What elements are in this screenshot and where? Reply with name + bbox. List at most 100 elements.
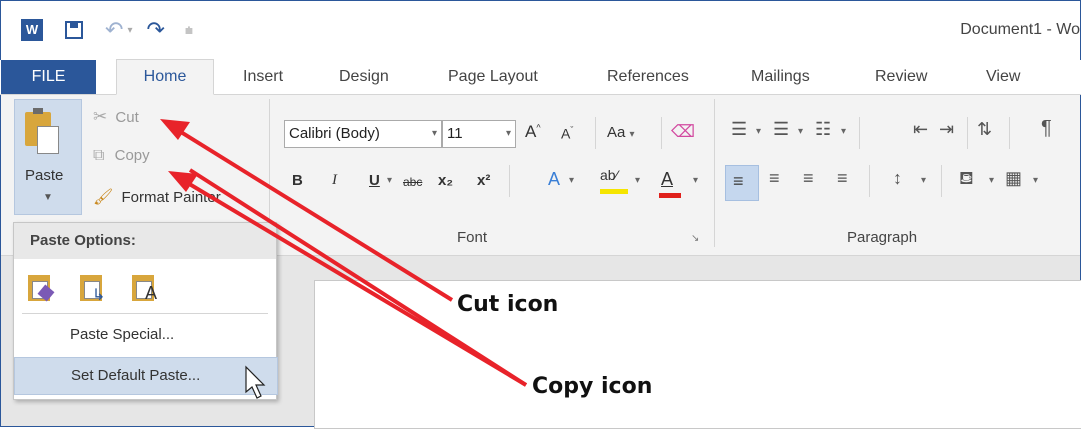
format-painter-label: Format Painter [121, 189, 221, 206]
chevron-down-icon[interactable]: ▾ [841, 126, 846, 137]
tab-references[interactable]: References [607, 60, 689, 94]
tab-file[interactable]: FILE [1, 60, 96, 94]
text-effects-icon[interactable]: A [548, 169, 560, 190]
tab-view[interactable]: View [986, 60, 1020, 94]
clear-formatting-icon[interactable]: ⌫ [671, 122, 695, 142]
cut-button[interactable]: ✂ Cut [93, 107, 139, 127]
separator [967, 117, 968, 149]
paste-options-menu: Paste Options: ↳ A Paste Special... Set … [13, 222, 278, 400]
multilevel-list-icon[interactable]: ☷ [815, 119, 831, 140]
strikethrough-button[interactable]: abc [403, 175, 422, 189]
change-case-label: Aa [607, 124, 626, 141]
font-name-value: Calibri (Body) [289, 125, 380, 142]
tab-design[interactable]: Design [339, 60, 389, 94]
show-formatting-icon[interactable]: ¶ [1041, 117, 1052, 140]
tab-mailings[interactable]: Mailings [751, 60, 810, 94]
merge-formatting-icon[interactable]: ↳ [78, 271, 108, 304]
undo-dropdown-icon[interactable]: ▾ [127, 25, 132, 36]
clipboard-icon [25, 108, 59, 154]
chevron-down-icon[interactable]: ▾ [798, 126, 803, 137]
keep-text-only-icon[interactable]: A [130, 271, 160, 303]
chevron-down-icon[interactable]: ▾ [693, 175, 698, 186]
format-painter-button[interactable]: 🖌 Format Painter [93, 187, 221, 207]
chevron-down-icon[interactable]: ▾ [1033, 175, 1038, 186]
cut-annotation-label: Cut icon [457, 292, 559, 317]
chevron-down-icon[interactable]: ▾ [756, 126, 761, 137]
cut-label: Cut [115, 109, 139, 126]
numbering-icon[interactable]: ☰ [773, 119, 789, 140]
borders-icon[interactable]: ▦ [1005, 168, 1022, 189]
separator [509, 165, 510, 197]
tab-home[interactable]: Home [116, 59, 214, 95]
align-left-icon: ≡ [733, 171, 744, 191]
tab-page-layout[interactable]: Page Layout [448, 60, 538, 94]
undo-icon[interactable]: ↶ [105, 17, 123, 43]
separator [22, 313, 268, 314]
set-default-paste-item[interactable]: Set Default Paste... [14, 357, 278, 395]
chevron-down-icon[interactable]: ▾ [387, 175, 392, 186]
keep-source-formatting-icon[interactable] [26, 271, 56, 303]
subscript-button[interactable]: x₂ [438, 172, 453, 189]
chevron-down-icon[interactable]: ▾ [569, 175, 574, 186]
shrink-font-button[interactable]: Aˇ [561, 125, 573, 142]
bullets-icon[interactable]: ☰ [731, 119, 747, 140]
change-case-button[interactable]: Aa ▾ [607, 124, 635, 141]
shading-icon[interactable]: ⛾ [959, 168, 974, 192]
separator [869, 165, 870, 197]
tab-review[interactable]: Review [875, 60, 927, 94]
line-spacing-icon[interactable]: ↕ [893, 168, 902, 189]
separator [661, 117, 662, 149]
separator [714, 99, 715, 247]
decrease-indent-icon[interactable]: ⇤ [913, 119, 928, 140]
chevron-down-icon: ▾ [629, 129, 635, 140]
dialog-launcher-icon[interactable]: ↘ [691, 233, 699, 244]
font-size-value: 11 [447, 125, 463, 142]
customize-icon[interactable]: ⩧ [185, 22, 193, 39]
separator [1009, 117, 1010, 149]
paste-button[interactable]: Paste ▼ [14, 99, 82, 215]
increase-indent-icon[interactable]: ⇥ [939, 119, 954, 140]
paste-label: Paste [25, 167, 64, 184]
copy-button[interactable]: ⧉ Copy [93, 147, 150, 165]
ribbon-tabs: FILE Home Insert Design Page Layout Refe… [0, 59, 1081, 95]
paste-options-header: Paste Options: [14, 223, 276, 259]
quick-access-toolbar: W ↶ ▾ ↷ ⩧ [21, 17, 193, 43]
paste-special-item[interactable]: Paste Special... [14, 317, 276, 353]
font-size-dropdown[interactable]: 11 ▾ [442, 120, 516, 148]
window-title: Document1 - Wo [960, 21, 1080, 38]
font-name-dropdown[interactable]: Calibri (Body) ▾ [284, 120, 442, 148]
superscript-button[interactable]: x² [477, 172, 490, 189]
scissors-icon: ✂ [93, 107, 108, 126]
copy-annotation-label: Copy icon [532, 374, 653, 399]
separator [859, 117, 860, 149]
chevron-down-icon[interactable]: ▾ [635, 175, 640, 186]
paste-special-label: Paste Special... [70, 326, 175, 343]
title-bar: W ↶ ▾ ↷ ⩧ Document1 - Wo [1, 1, 1080, 61]
underline-button[interactable]: U [369, 172, 380, 189]
separator [595, 117, 596, 149]
chevron-down-icon[interactable]: ▾ [989, 175, 994, 186]
paste-options-label: Paste Options: [30, 232, 136, 249]
align-center-icon[interactable]: ≡ [769, 168, 780, 189]
separator [941, 165, 942, 197]
font-group-label: Font [457, 229, 488, 246]
grow-font-button[interactable]: A^ [525, 122, 541, 142]
italic-button[interactable]: I [332, 172, 337, 189]
redo-icon[interactable]: ↷ [146, 17, 164, 43]
sort-icon[interactable]: ⇅ [977, 119, 992, 140]
save-icon[interactable] [65, 21, 83, 39]
highlight-color-bar [600, 189, 628, 194]
justify-icon[interactable]: ≡ [837, 168, 848, 189]
tab-insert[interactable]: Insert [243, 60, 283, 94]
paste-dropdown-icon: ▼ [43, 192, 53, 203]
paragraph-group-label: Paragraph [847, 229, 918, 246]
align-right-icon[interactable]: ≡ [803, 168, 814, 189]
set-default-paste-label: Set Default Paste... [71, 367, 201, 384]
document-page[interactable] [314, 280, 1081, 429]
chevron-down-icon[interactable]: ▾ [921, 175, 926, 186]
highlight-icon[interactable]: ab⁄ [600, 167, 628, 194]
copy-label: Copy [114, 147, 150, 164]
font-color-icon[interactable]: A [659, 169, 681, 198]
bold-button[interactable]: B [292, 172, 303, 189]
align-left-button[interactable]: ≡ [725, 165, 759, 201]
